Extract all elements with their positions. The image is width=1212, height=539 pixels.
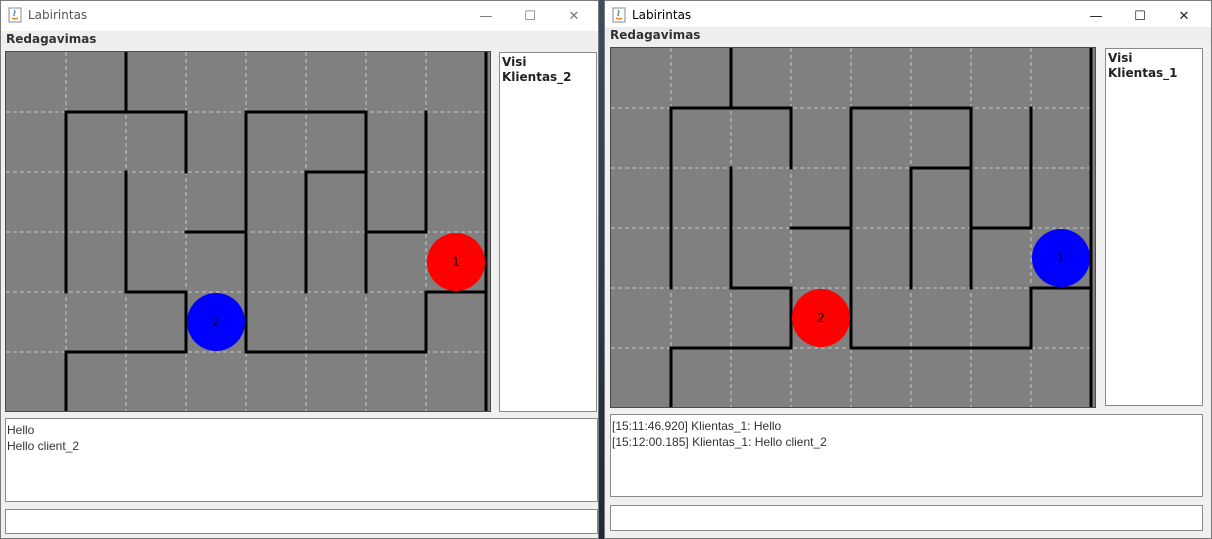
title-bar[interactable]: Labirintas — ☐ ✕ <box>1 1 598 31</box>
player-token-2: 2 <box>792 289 850 347</box>
minimize-icon[interactable]: — <box>463 1 509 31</box>
maze-board[interactable]: 12 <box>610 47 1096 408</box>
player-label: 1 <box>452 255 460 269</box>
java-icon <box>8 7 22 23</box>
player-label: 2 <box>212 315 220 329</box>
menu-redagavimas[interactable]: Redagavimas <box>610 28 700 42</box>
user-list[interactable]: Visi Klientas_2 <box>499 52 597 412</box>
user-list[interactable]: Visi Klientas_1 <box>1105 48 1203 406</box>
player-label: 2 <box>817 311 825 325</box>
close-icon[interactable]: ✕ <box>551 1 597 31</box>
labirintas-window-client-2: Labirintas — ☐ ✕ Redagavimas 12 Visi Kli… <box>0 0 599 539</box>
labirintas-window-client-1: Labirintas — ☐ ✕ Redagavimas 12 Visi Kli… <box>604 0 1212 539</box>
user-item-visi[interactable]: Visi <box>1108 51 1202 66</box>
window-title: Labirintas <box>632 8 692 22</box>
chat-line: [15:11:46.920] Klientas_1: Hello <box>612 419 782 433</box>
menu-bar: Redagavimas <box>605 27 1211 45</box>
maze-board[interactable]: 12 <box>5 51 491 412</box>
maximize-icon[interactable]: ☐ <box>507 1 553 31</box>
java-icon <box>612 7 626 23</box>
player-label: 1 <box>1057 251 1065 265</box>
chat-line: Hello <box>7 423 35 437</box>
player-token-2: 2 <box>187 293 245 351</box>
chat-input[interactable] <box>5 509 598 534</box>
chat-log: [15:11:46.920] Klientas_1: Hello [15:12:… <box>610 414 1203 497</box>
window-title: Labirintas <box>28 8 88 22</box>
chat-line: [15:12:00.185] Klientas_1: Hello client_… <box>612 435 827 449</box>
user-item-klientas-1[interactable]: Klientas_1 <box>1108 66 1202 81</box>
menu-bar: Redagavimas <box>1 31 598 49</box>
chat-input[interactable] <box>610 505 1203 531</box>
player-token-1: 1 <box>1032 229 1090 287</box>
chat-log: Hello Hello client_2 <box>5 418 598 502</box>
user-item-visi[interactable]: Visi <box>502 55 596 70</box>
chat-line: Hello client_2 <box>7 439 80 453</box>
player-token-1: 1 <box>427 233 485 291</box>
user-item-klientas-2[interactable]: Klientas_2 <box>502 70 596 85</box>
menu-redagavimas[interactable]: Redagavimas <box>6 32 96 46</box>
